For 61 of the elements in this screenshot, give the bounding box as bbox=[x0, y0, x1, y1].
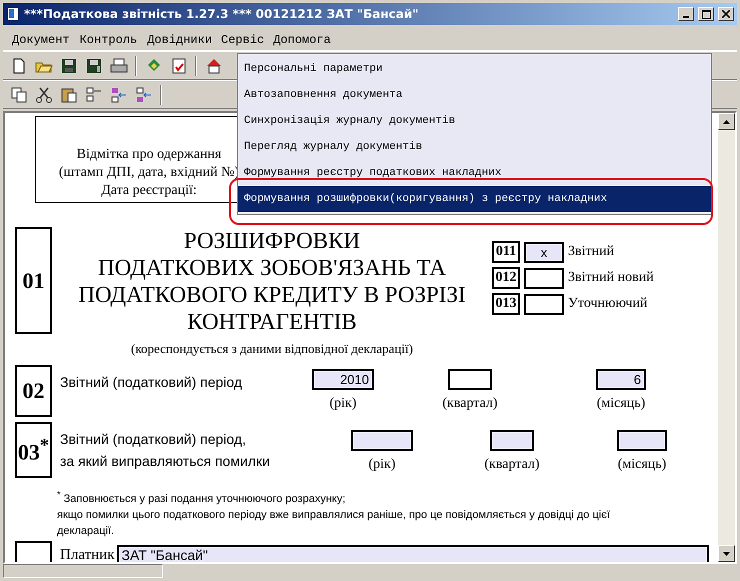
menu-option[interactable]: Формування реєстру податкових накладних bbox=[238, 160, 711, 186]
option-label: Уточнюючий bbox=[568, 296, 648, 312]
input-field[interactable] bbox=[524, 268, 564, 288]
footnote-text: декларації. bbox=[57, 524, 116, 539]
scroll-down-button[interactable] bbox=[718, 545, 735, 562]
close-button[interactable] bbox=[718, 7, 734, 21]
minimize-button[interactable] bbox=[678, 7, 694, 21]
window-title: ***Податкова звітність 1.27.3 *** 00121212 ЗАТ "Бансай" bbox=[24, 7, 420, 21]
input-field[interactable] bbox=[448, 369, 492, 390]
stamp-text: Відмітка про одержання bbox=[76, 146, 222, 164]
field-caption: (рік) bbox=[368, 457, 396, 473]
input-field[interactable] bbox=[351, 430, 413, 451]
option-label: Звітний новий bbox=[568, 270, 654, 286]
field-caption: (квартал) bbox=[484, 457, 540, 473]
maximize-button[interactable] bbox=[698, 7, 714, 21]
field-caption: (рік) bbox=[329, 396, 356, 412]
menu-option[interactable]: Перегляд журналу документів bbox=[238, 134, 711, 160]
menu-item[interactable]: Документ bbox=[7, 30, 75, 50]
menu-item[interactable]: Допомога bbox=[268, 30, 336, 50]
menu-option[interactable]: Автозаповнення документа bbox=[238, 82, 711, 108]
input-field[interactable] bbox=[490, 430, 534, 451]
section-number: 01 bbox=[15, 227, 52, 334]
field-label: Звітний (податковий) період, bbox=[60, 430, 247, 449]
scrollbar[interactable] bbox=[718, 113, 735, 562]
field-label: Платник bbox=[60, 546, 114, 562]
form-title: ПОДАТКОВИХ ЗОБОВ'ЯЗАНЬ ТА bbox=[98, 254, 446, 281]
option-label: Звітний bbox=[568, 244, 614, 260]
menu-item[interactable]: Контроль bbox=[74, 30, 142, 50]
section-number: 03$^{*}$ bbox=[15, 422, 52, 478]
menu-option[interactable]: Формування розшифровки(коригування) з реєстру накладних bbox=[238, 186, 711, 212]
field-code: 013 bbox=[492, 293, 520, 315]
maximize-icon bbox=[702, 10, 710, 18]
field-caption: (місяць) bbox=[596, 396, 646, 412]
form-title: ПОДАТКОВОГО КРЕДИТУ В РОЗРІЗІ bbox=[78, 281, 466, 308]
form-title: РОЗШИФРОВКИ bbox=[184, 227, 360, 254]
footnote-text: якщо помилки цього податкового періоду вже виправлялися раніше, про це повідомляється у довідці до цієї bbox=[57, 508, 611, 523]
menu-option[interactable]: Синхронізація журналу документів bbox=[238, 108, 711, 134]
section-number: 02 bbox=[15, 365, 52, 417]
menu-item[interactable]: Довідники bbox=[142, 30, 218, 50]
input-field[interactable]: x bbox=[524, 242, 564, 262]
scroll-up-button[interactable] bbox=[718, 113, 735, 130]
up-arrow-icon bbox=[723, 120, 730, 124]
field-label: за який виправляються помилки bbox=[60, 452, 271, 471]
input-field[interactable]: 2010 bbox=[312, 369, 374, 390]
menu-option[interactable]: Персональні параметри bbox=[238, 56, 711, 82]
payer-field[interactable]: ЗАТ "Бансай" bbox=[116, 544, 708, 562]
stamp-text: Дата реєстрації: bbox=[101, 182, 197, 200]
input-field[interactable] bbox=[524, 294, 564, 314]
form-title: КОНТРАГЕНТІВ bbox=[187, 308, 357, 335]
field-code: 011 bbox=[492, 241, 520, 263]
form-note: (кореспондується з даними відповідної декларації) bbox=[131, 341, 413, 357]
down-arrow-icon bbox=[723, 552, 730, 556]
field-code: 012 bbox=[492, 267, 520, 289]
input-field[interactable] bbox=[617, 430, 667, 451]
field-label: Звітний (податковий) період bbox=[60, 373, 244, 392]
close-icon bbox=[722, 10, 730, 18]
input-field[interactable]: 6 bbox=[596, 369, 646, 390]
app-icon bbox=[6, 7, 20, 21]
footnote-text: $^{*}$ Заповнюється у разі подання уточнюючого розрахунку; bbox=[57, 488, 346, 507]
field-caption: (місяць) bbox=[618, 457, 666, 473]
field-caption: (квартал) bbox=[442, 396, 498, 412]
